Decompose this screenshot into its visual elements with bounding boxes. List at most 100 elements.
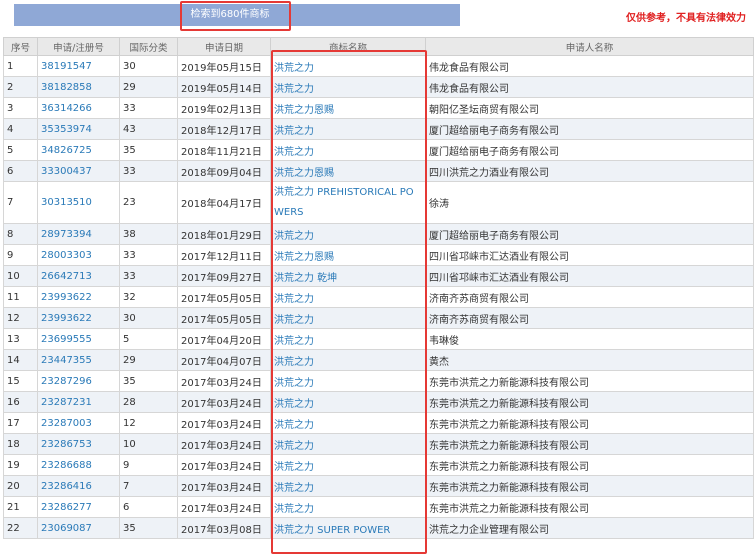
reg-number-link[interactable]: 23069087	[37, 517, 120, 539]
cell-date: 2018年11月21日	[177, 139, 271, 161]
mark-name-link[interactable]: 洪荒之力 PREHISTORICAL POWERS	[270, 181, 426, 224]
mark-name-link[interactable]: 洪荒之力恩赐	[270, 244, 426, 266]
reg-number-link[interactable]: 30313510	[37, 181, 120, 224]
cell-date: 2017年09月27日	[177, 265, 271, 287]
reg-number-link[interactable]: 33300437	[37, 160, 120, 182]
cell-date: 2017年03月24日	[177, 412, 271, 434]
cell-applicant: 徐涛	[425, 181, 754, 224]
cell-date: 2017年12月11日	[177, 244, 271, 266]
cell-date: 2018年01月29日	[177, 223, 271, 245]
reg-number-link[interactable]: 23993622	[37, 307, 120, 329]
reg-number-link[interactable]: 38191547	[37, 55, 120, 77]
cell-class: 33	[119, 244, 178, 266]
table-row: 15 23287296 35 2017年03月24日 洪荒之力 东莞市洪荒之力新能源科技有…	[3, 370, 754, 392]
table-row: 13 23699555 5 2017年04月20日 洪荒之力 韦琳俊	[3, 328, 754, 350]
mark-name-link[interactable]: 洪荒之力	[270, 223, 426, 245]
cell-applicant: 东莞市洪荒之力新能源科技有限公司	[425, 391, 754, 413]
reg-number-link[interactable]: 23447355	[37, 349, 120, 371]
table-row: 21 23286277 6 2017年03月24日 洪荒之力 东莞市洪荒之力新能源科技有限…	[3, 496, 754, 518]
cell-serial: 15	[3, 370, 38, 392]
reg-number-link[interactable]: 28973394	[37, 223, 120, 245]
cell-class: 43	[119, 118, 178, 140]
header-serial: 序号	[3, 37, 38, 56]
reg-number-link[interactable]: 23286277	[37, 496, 120, 518]
table-row: 17 23287003 12 2017年03月24日 洪荒之力 东莞市洪荒之力新能源科技有…	[3, 412, 754, 434]
cell-applicant: 伟龙食品有限公司	[425, 55, 754, 77]
reg-number-link[interactable]: 23287231	[37, 391, 120, 413]
mark-name-link[interactable]: 洪荒之力	[270, 433, 426, 455]
cell-date: 2019年02月13日	[177, 97, 271, 119]
mark-name-link[interactable]: 洪荒之力	[270, 328, 426, 350]
cell-class: 29	[119, 349, 178, 371]
reg-number-link[interactable]: 34826725	[37, 139, 120, 161]
cell-applicant: 济南齐苏商贸有限公司	[425, 286, 754, 308]
mark-name-link[interactable]: 洪荒之力 SUPER POWER	[270, 517, 426, 539]
mark-name-link[interactable]: 洪荒之力	[270, 370, 426, 392]
mark-name-link[interactable]: 洪荒之力	[270, 475, 426, 497]
table-row: 4 35353974 43 2018年12月17日 洪荒之力 厦门超给丽电子商务有限公司	[3, 118, 754, 140]
cell-applicant: 东莞市洪荒之力新能源科技有限公司	[425, 454, 754, 476]
reg-number-link[interactable]: 23286688	[37, 454, 120, 476]
cell-serial: 19	[3, 454, 38, 476]
cell-date: 2017年04月07日	[177, 349, 271, 371]
cell-date: 2017年03月24日	[177, 496, 271, 518]
cell-serial: 16	[3, 391, 38, 413]
reg-number-link[interactable]: 23993622	[37, 286, 120, 308]
reg-number-link[interactable]: 23287296	[37, 370, 120, 392]
reg-number-link[interactable]: 35353974	[37, 118, 120, 140]
cell-serial: 2	[3, 76, 38, 98]
cell-applicant: 洪荒之力企业管理有限公司	[425, 517, 754, 539]
table-row: 3 36314266 33 2019年02月13日 洪荒之力恩赐 朝阳亿圣坛商贸有限公司	[3, 97, 754, 119]
cell-date: 2017年05月05日	[177, 307, 271, 329]
cell-class: 32	[119, 286, 178, 308]
mark-name-link[interactable]: 洪荒之力	[270, 391, 426, 413]
table-row: 9 28003303 33 2017年12月11日 洪荒之力恩赐 四川省邛崃市汇达酒业有限…	[3, 244, 754, 266]
disclaimer-text: 仅供参考，不具有法律效力	[626, 13, 746, 24]
mark-name-link[interactable]: 洪荒之力恩赐	[270, 160, 426, 182]
cell-class: 9	[119, 454, 178, 476]
count-highlight-box	[180, 1, 291, 31]
cell-date: 2019年05月14日	[177, 76, 271, 98]
reg-number-link[interactable]: 23699555	[37, 328, 120, 350]
reg-number-link[interactable]: 23287003	[37, 412, 120, 434]
cell-class: 29	[119, 76, 178, 98]
mark-name-link[interactable]: 洪荒之力	[270, 286, 426, 308]
cell-class: 35	[119, 370, 178, 392]
result-header: 检索到680件商标 仅供参考，不具有法律效力	[0, 0, 756, 37]
mark-name-link[interactable]: 洪荒之力	[270, 349, 426, 371]
cell-applicant: 济南齐苏商贸有限公司	[425, 307, 754, 329]
cell-class: 33	[119, 265, 178, 287]
mark-name-link[interactable]: 洪荒之力	[270, 412, 426, 434]
table-row: 8 28973394 38 2018年01月29日 洪荒之力 厦门超给丽电子商务有限公司	[3, 223, 754, 245]
reg-number-link[interactable]: 28003303	[37, 244, 120, 266]
mark-name-link[interactable]: 洪荒之力	[270, 307, 426, 329]
header-applicant: 申请人名称	[425, 37, 754, 56]
cell-class: 38	[119, 223, 178, 245]
cell-class: 30	[119, 307, 178, 329]
cell-class: 23	[119, 181, 178, 224]
mark-name-link[interactable]: 洪荒之力	[270, 454, 426, 476]
reg-number-link[interactable]: 23286753	[37, 433, 120, 455]
cell-serial: 20	[3, 475, 38, 497]
mark-name-link[interactable]: 洪荒之力	[270, 76, 426, 98]
table-header-row: 序号 申请/注册号 国际分类 申请日期 商标名称 申请人名称	[3, 37, 754, 56]
reg-number-link[interactable]: 38182858	[37, 76, 120, 98]
cell-applicant: 厦门超给丽电子商务有限公司	[425, 118, 754, 140]
reg-number-link[interactable]: 36314266	[37, 97, 120, 119]
mark-name-link[interactable]: 洪荒之力	[270, 55, 426, 77]
cell-applicant: 朝阳亿圣坛商贸有限公司	[425, 97, 754, 119]
mark-name-link[interactable]: 洪荒之力	[270, 139, 426, 161]
table-row: 19 23286688 9 2017年03月24日 洪荒之力 东莞市洪荒之力新能源科技有限…	[3, 454, 754, 476]
cell-date: 2017年05月05日	[177, 286, 271, 308]
table-row: 16 23287231 28 2017年03月24日 洪荒之力 东莞市洪荒之力新能源科技有…	[3, 391, 754, 413]
mark-name-link[interactable]: 洪荒之力	[270, 496, 426, 518]
table-row: 6 33300437 33 2018年09月04日 洪荒之力恩赐 四川洪荒之力酒业有限公司	[3, 160, 754, 182]
mark-name-link[interactable]: 洪荒之力	[270, 118, 426, 140]
reg-number-link[interactable]: 23286416	[37, 475, 120, 497]
reg-number-link[interactable]: 26642713	[37, 265, 120, 287]
mark-name-link[interactable]: 洪荒之力恩赐	[270, 97, 426, 119]
cell-serial: 10	[3, 265, 38, 287]
mark-name-link[interactable]: 洪荒之力 乾坤	[270, 265, 426, 287]
table-row: 2 38182858 29 2019年05月14日 洪荒之力 伟龙食品有限公司	[3, 76, 754, 98]
trademark-table: 序号 申请/注册号 国际分类 申请日期 商标名称 申请人名称 1 38191547…	[3, 37, 754, 539]
